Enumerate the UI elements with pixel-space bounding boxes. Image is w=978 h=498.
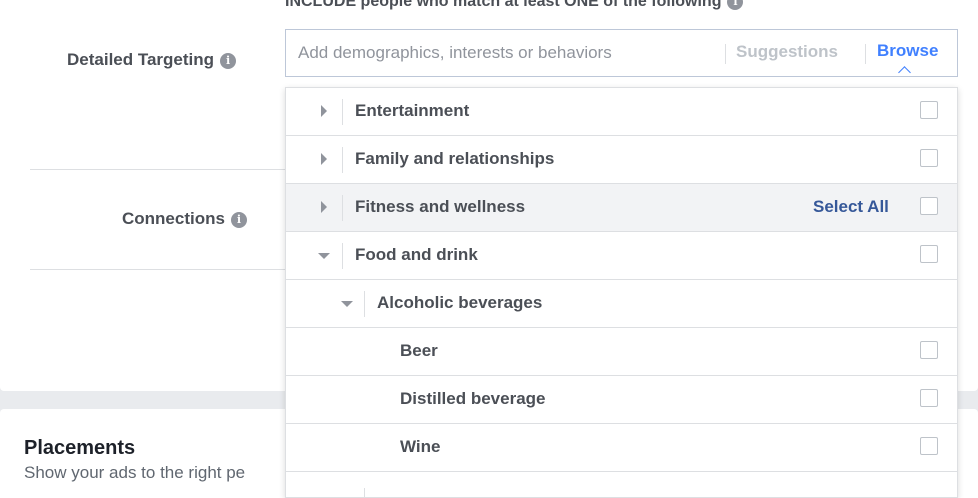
row-label: Food and drink	[355, 245, 478, 264]
separator	[725, 44, 726, 64]
checkbox-icon[interactable]	[920, 245, 938, 263]
tree-separator	[364, 291, 365, 317]
include-heading: INCLUDE people who match at least ONE of…	[285, 0, 744, 12]
tree-separator	[364, 488, 365, 497]
checkbox-icon[interactable]	[920, 101, 938, 119]
checkbox-icon[interactable]	[920, 389, 938, 407]
row-label: Distilled beverage	[400, 389, 546, 408]
checkbox-icon[interactable]	[920, 149, 938, 167]
divider	[30, 269, 285, 270]
category-row-beer[interactable]: Beer	[286, 328, 957, 376]
row-label: Fitness and wellness	[355, 197, 526, 216]
row-label: Entertainment	[355, 101, 470, 120]
list-item[interactable]	[286, 488, 957, 497]
category-row-distilled-beverage[interactable]: Distilled beverage	[286, 376, 957, 424]
connections-label: Connections i	[122, 209, 247, 229]
divider	[30, 169, 285, 170]
search-input[interactable]	[298, 40, 718, 66]
tree-separator	[342, 99, 343, 125]
checkbox-icon[interactable]	[920, 437, 938, 455]
detailed-targeting-text: Detailed Targeting	[67, 50, 215, 69]
category-row-fitness[interactable]: Fitness and wellness Select All	[286, 184, 957, 232]
category-row-entertainment[interactable]: Entertainment	[286, 88, 957, 136]
category-row-family[interactable]: Family and relationships	[286, 136, 957, 184]
placements-title: Placements	[24, 437, 136, 459]
caret-down-icon[interactable]	[341, 301, 353, 307]
connections-text: Connections	[122, 209, 225, 228]
tree-separator	[342, 243, 343, 269]
include-text: INCLUDE people who match at least ONE of…	[285, 0, 722, 10]
placements-subtitle: Show your ads to the right pe	[24, 463, 246, 482]
detailed-targeting-label: Detailed Targeting i	[67, 50, 237, 70]
row-label: Alcoholic beverages	[377, 293, 543, 312]
caret-right-icon[interactable]	[321, 105, 327, 117]
row-label: Wine	[400, 437, 441, 456]
caret-right-icon[interactable]	[321, 153, 327, 165]
caret-right-icon[interactable]	[321, 201, 327, 213]
category-row-alcoholic-beverages[interactable]: Alcoholic beverages	[286, 280, 957, 328]
detailed-targeting-search: Suggestions Browse	[285, 29, 958, 79]
tree-separator	[342, 195, 343, 221]
category-row-food-drink[interactable]: Food and drink	[286, 232, 957, 280]
row-label: Beer	[400, 341, 438, 360]
separator	[865, 44, 866, 64]
chevron-up-icon	[898, 66, 911, 79]
info-icon[interactable]: i	[220, 52, 237, 69]
browse-dropdown: Entertainment Family and relationships F…	[285, 87, 958, 498]
suggestions-button[interactable]: Suggestions	[736, 42, 838, 62]
browse-button[interactable]: Browse	[877, 41, 938, 61]
tree-separator	[342, 147, 343, 173]
checkbox-icon[interactable]	[920, 197, 938, 215]
info-icon[interactable]: i	[230, 211, 247, 228]
checkbox-icon[interactable]	[920, 341, 938, 359]
caret-down-icon[interactable]	[318, 253, 330, 259]
row-label: Family and relationships	[355, 149, 555, 168]
info-icon[interactable]: i	[727, 0, 744, 10]
select-all-link[interactable]: Select All	[813, 197, 889, 217]
category-row-wine[interactable]: Wine	[286, 424, 957, 472]
